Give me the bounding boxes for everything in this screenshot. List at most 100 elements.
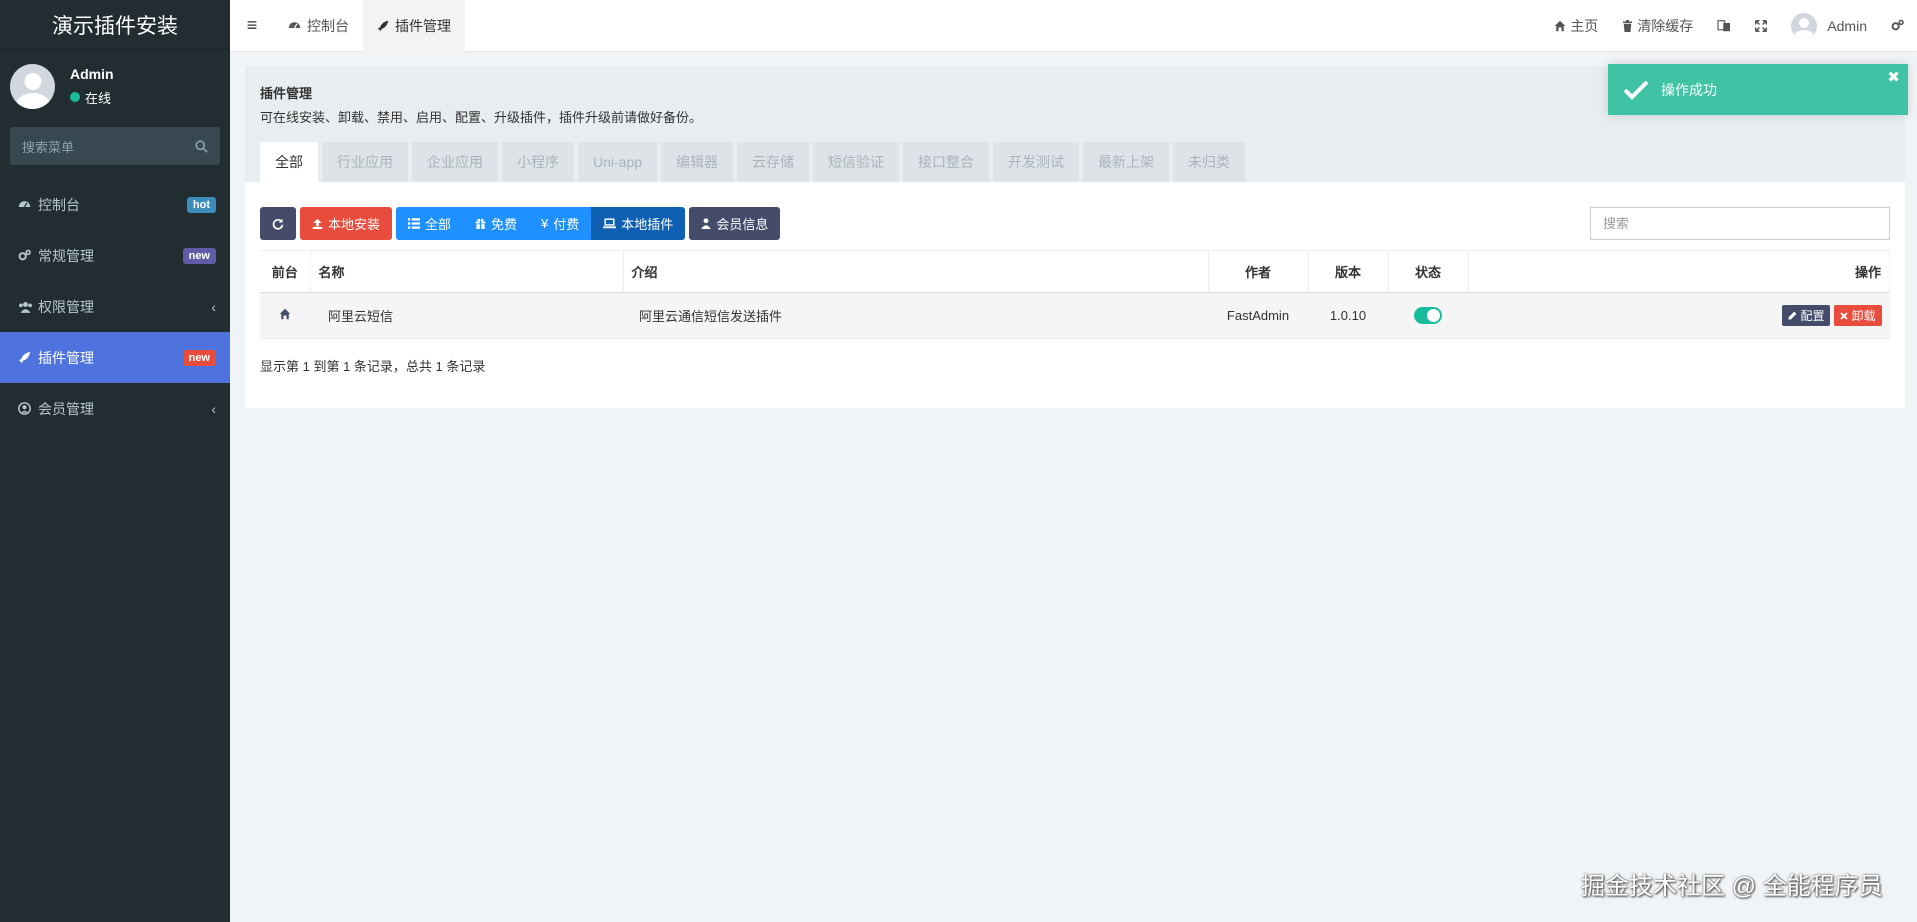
tab-label: 控制台 <box>307 17 349 34</box>
col-name[interactable]: 名称 <box>310 250 624 293</box>
filter-local-button[interactable]: 本地插件 <box>591 207 686 240</box>
local-install-button[interactable]: 本地安装 <box>300 207 393 240</box>
close-icon <box>1840 312 1849 320</box>
tab-label: 插件管理 <box>395 17 451 34</box>
home-icon <box>279 308 291 320</box>
user-status-label: 在线 <box>85 90 112 106</box>
plugin-intro: 阿里云通信短信发送插件 <box>623 292 1208 339</box>
upload-icon <box>312 218 323 229</box>
tab-dashboard[interactable]: 控制台 <box>274 0 363 52</box>
filter-paid-label: 付费 <box>553 217 580 232</box>
user-name: Admin <box>70 65 114 82</box>
table-row: 阿里云短信 阿里云通信短信发送插件 FastAdmin 1.0.10 配置 卸载 <box>260 292 1890 339</box>
filter-free-button[interactable]: 免费 <box>463 207 530 240</box>
filter-paid-button[interactable]: ¥ 付费 <box>529 207 592 240</box>
tab-category-uniapp[interactable]: Uni-app <box>578 142 658 182</box>
fullscreen-icon <box>1755 19 1768 32</box>
clear-cache-button[interactable]: 清除缓存 <box>1610 0 1705 52</box>
col-front[interactable]: 前台 <box>260 250 311 293</box>
config-button[interactable]: 配置 <box>1782 304 1831 326</box>
cogs-icon <box>1891 19 1904 31</box>
sidebar-item-label: 常规管理 <box>38 247 94 264</box>
trash-icon <box>1623 19 1633 32</box>
home-label: 主页 <box>1570 17 1599 34</box>
user-menu[interactable]: Admin <box>1779 0 1879 52</box>
avatar <box>10 63 55 109</box>
hot-badge: hot <box>186 196 216 213</box>
user-status: 在线 <box>70 88 114 107</box>
refresh-button[interactable] <box>260 207 296 240</box>
front-home-link[interactable] <box>260 292 310 339</box>
toolbar: 本地安装 全部 免费 ¥ 付费 本地插件 会员信息 <box>260 207 781 240</box>
tab-category-enterprise[interactable]: 企业应用 <box>412 142 498 182</box>
filter-button-group: 全部 免费 ¥ 付费 本地插件 <box>396 207 686 240</box>
sidebar-item-plugins[interactable]: 插件管理 new <box>0 332 230 383</box>
new-badge: new <box>182 349 216 366</box>
config-label: 配置 <box>1800 308 1825 323</box>
plugin-search-input[interactable] <box>1590 207 1890 240</box>
dashboard-icon <box>288 22 301 29</box>
clear-cache-label: 清除缓存 <box>1637 17 1694 34</box>
local-install-label: 本地安装 <box>328 217 381 232</box>
translate-button[interactable] <box>1705 0 1743 52</box>
tab-category-cloud-storage[interactable]: 云存储 <box>737 142 810 182</box>
list-icon <box>408 218 421 229</box>
tab-category-api[interactable]: 接口整合 <box>903 142 990 182</box>
menu-search-placeholder: 搜索菜单 <box>22 139 75 155</box>
filter-all-label: 全部 <box>425 217 452 232</box>
col-author[interactable]: 作者 <box>1208 250 1309 293</box>
tab-category-uncategorized[interactable]: 未归类 <box>1173 142 1246 182</box>
member-info-label: 会员信息 <box>716 217 769 232</box>
menu-toggle-icon[interactable]: ≡ <box>230 0 274 52</box>
cogs-icon <box>18 249 38 262</box>
group-icon <box>18 301 38 313</box>
sidebar-item-general[interactable]: 常规管理 new <box>0 230 230 281</box>
pencil-icon <box>1789 311 1797 320</box>
brand-title[interactable]: 演示插件安装 <box>0 0 230 50</box>
rocket-icon <box>18 351 38 364</box>
uninstall-button[interactable]: 卸载 <box>1834 305 1882 327</box>
tab-category-editor[interactable]: 编辑器 <box>661 142 734 182</box>
sidebar-item-members[interactable]: 会员管理 ‹ <box>0 383 230 434</box>
sidebar: 演示插件安装 Admin 在线 搜索菜单 控制台 hot 常规管理 new 权限… <box>0 0 230 922</box>
tab-category-miniprogram[interactable]: 小程序 <box>502 142 574 182</box>
filter-free-label: 免费 <box>491 217 518 232</box>
sidebar-item-permissions[interactable]: 权限管理 ‹ <box>0 281 230 332</box>
user-circle-icon <box>18 402 38 415</box>
tab-category-newest[interactable]: 最新上架 <box>1083 142 1170 182</box>
plugin-version: 1.0.10 <box>1308 292 1388 339</box>
user-panel: Admin 在线 <box>0 50 230 122</box>
col-ops: 操作 <box>1468 250 1890 293</box>
member-info-button[interactable]: 会员信息 <box>689 207 781 240</box>
tab-category-all[interactable]: 全部 <box>260 142 318 182</box>
col-version[interactable]: 版本 <box>1308 250 1389 293</box>
sidebar-item-label: 控制台 <box>38 196 80 213</box>
sidebar-item-dashboard[interactable]: 控制台 hot <box>0 179 230 230</box>
pagination-info: 显示第 1 到第 1 条记录，总共 1 条记录 <box>260 359 486 374</box>
col-status[interactable]: 状态 <box>1388 250 1469 293</box>
rocket-icon <box>377 20 389 31</box>
gift-icon <box>475 218 486 229</box>
col-intro[interactable]: 介绍 <box>623 250 1209 293</box>
tab-plugins[interactable]: 插件管理 <box>363 0 465 52</box>
chevron-left-icon: ‹ <box>211 298 216 315</box>
plugin-panel: 插件管理 可在线安装、卸载、禁用、启用、配置、升级插件，插件升级前请做好备份。 … <box>245 66 1905 408</box>
home-link[interactable]: 主页 <box>1542 0 1610 52</box>
plugin-ops: 配置 卸载 <box>1468 292 1890 339</box>
search-icon[interactable] <box>195 139 208 153</box>
filter-all-button[interactable]: 全部 <box>396 207 464 240</box>
status-toggle[interactable] <box>1414 307 1442 325</box>
plugin-name: 阿里云短信 <box>310 292 623 339</box>
settings-button[interactable] <box>1879 0 1917 52</box>
toast-message: 操作成功 <box>1661 81 1717 98</box>
tab-category-sms[interactable]: 短信验证 <box>813 142 900 182</box>
plugin-table: 前台 名称 介绍 作者 版本 状态 操作 阿里云短信 阿里云通信短信发送插件 F… <box>260 250 1890 339</box>
tab-category-industry[interactable]: 行业应用 <box>322 142 408 182</box>
new-badge: new <box>182 247 216 264</box>
fullscreen-button[interactable] <box>1743 0 1779 52</box>
online-dot-icon <box>70 92 80 102</box>
tab-category-devtest[interactable]: 开发测试 <box>993 142 1080 182</box>
close-icon[interactable]: ✖ <box>1887 68 1900 86</box>
menu-search-input[interactable]: 搜索菜单 <box>10 127 220 165</box>
home-icon <box>1555 20 1566 31</box>
